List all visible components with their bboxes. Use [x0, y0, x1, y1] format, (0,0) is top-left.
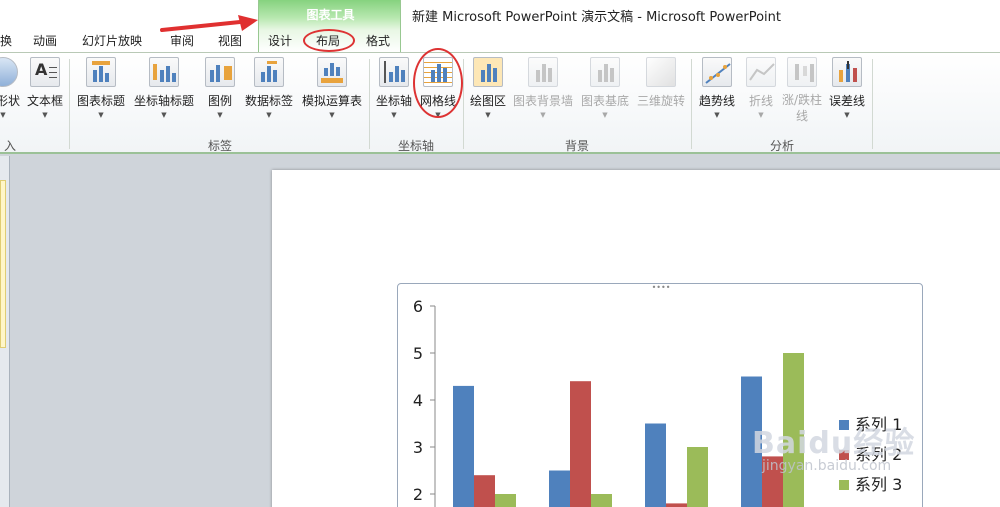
chevron-down-icon: ▼ — [98, 111, 104, 119]
chart-wall-label: 图表背景墙 — [512, 94, 573, 108]
baidu-watermark: Baidu经验 jingyan.baidu.com — [752, 418, 922, 498]
up-down-bars-icon — [787, 57, 817, 87]
group-label-insert: 入 — [3, 139, 16, 153]
group-label-axes: 坐标轴 — [397, 139, 434, 153]
3d-rotation-icon — [646, 57, 676, 87]
lines-icon — [746, 57, 776, 87]
chart-floor-label: 图表基底 — [580, 94, 629, 108]
chevron-down-icon: ▼ — [266, 111, 272, 119]
gridlines-highlight-circle — [413, 48, 463, 118]
bar-1-1 — [453, 385, 474, 507]
ribbon: 形状 ▼ A 文本框 ▼ 图表标题 ▼ 坐标轴标题 ▼ 图例 ▼ 数据标签 ▼ … — [0, 52, 1000, 154]
tab-animations[interactable]: 动画 — [33, 30, 57, 52]
window-title: 新建 Microsoft PowerPoint 演示文稿 - Microsoft… — [412, 10, 781, 25]
shapes-label: 形状 — [0, 94, 20, 108]
legend-button[interactable]: 图例 ▼ — [200, 57, 240, 119]
y-tick-label: 5 — [413, 344, 423, 363]
slides-pane[interactable] — [0, 156, 10, 507]
chevron-down-icon: ▼ — [0, 111, 6, 119]
chevron-down-icon: ▼ — [714, 111, 720, 119]
error-bars-label: 误差线 — [828, 94, 865, 108]
data-labels-button[interactable]: 数据标签 ▼ — [242, 57, 296, 119]
bar-2-3 — [666, 503, 687, 507]
3d-rotation-label: 三维旋转 — [636, 94, 685, 108]
plot-area-button[interactable]: 绘图区 ▼ — [466, 57, 510, 119]
chart-floor-icon — [590, 57, 620, 87]
chevron-down-icon: ▼ — [42, 111, 48, 119]
bar-3-2 — [591, 494, 612, 507]
lines-button[interactable]: 折线 ▼ — [742, 57, 780, 119]
bar-2-1 — [474, 475, 495, 507]
chevron-down-icon: ▼ — [844, 111, 850, 119]
title-bar: 图表工具 新建 Microsoft PowerPoint 演示文稿 - Micr… — [0, 0, 1000, 52]
group-label-background: 背景 — [564, 139, 589, 153]
chevron-down-icon: ▼ — [758, 111, 764, 119]
axis-title-icon — [149, 57, 179, 87]
textbox-label: 文本框 — [26, 94, 63, 108]
plot-area-label: 绘图区 — [469, 94, 506, 108]
lines-label: 折线 — [748, 94, 773, 108]
data-table-label: 模拟运算表 — [301, 94, 362, 108]
trendline-label: 趋势线 — [698, 94, 735, 108]
trendline-icon — [702, 57, 732, 87]
tab-design[interactable]: 设计 — [268, 30, 292, 52]
up-down-bars-label: 涨/跌柱线 — [781, 93, 823, 123]
shapes-button[interactable]: 形状 ▼ — [0, 57, 20, 119]
trendline-button[interactable]: 趋势线 ▼ — [694, 57, 740, 119]
bar-1-3 — [645, 423, 666, 507]
textbox-button[interactable]: A 文本框 ▼ — [24, 57, 66, 119]
plot-area-icon — [473, 57, 503, 87]
chevron-down-icon: ▼ — [485, 111, 491, 119]
axes-label: 坐标轴 — [375, 94, 412, 108]
tab-transitions[interactable]: 换 — [0, 30, 12, 52]
bar-1-2 — [549, 470, 570, 507]
chart-floor-button[interactable]: 图表基底 ▼ — [578, 57, 632, 119]
chart-title-label: 图表标题 — [76, 94, 125, 108]
data-table-icon — [317, 57, 347, 87]
watermark-logo: Baidu经验 — [752, 426, 916, 461]
up-down-bars-button[interactable]: 涨/跌柱线 — [780, 57, 824, 124]
layout-tab-highlight-circle — [303, 29, 355, 52]
context-group-title: 图表工具 — [306, 8, 355, 22]
y-tick-label: 4 — [413, 391, 423, 410]
y-tick-label: 6 — [413, 297, 423, 316]
3d-rotation-button[interactable]: 三维旋转 — [634, 57, 688, 109]
tab-slideshow[interactable]: 幻灯片放映 — [82, 30, 142, 52]
legend-icon — [205, 57, 235, 87]
chevron-down-icon: ▼ — [329, 111, 335, 119]
textbox-icon: A — [30, 57, 60, 87]
axes-button[interactable]: 坐标轴 ▼ — [372, 57, 416, 119]
data-table-button[interactable]: 模拟运算表 ▼ — [298, 57, 366, 119]
red-arrow-annotation — [160, 15, 258, 32]
watermark-sub: jingyan.baidu.com — [762, 458, 892, 474]
group-label-analysis: 分析 — [769, 139, 794, 153]
chevron-down-icon: ▼ — [540, 111, 546, 119]
chart-wall-button[interactable]: 图表背景墙 ▼ — [510, 57, 576, 119]
chevron-down-icon: ▼ — [602, 111, 608, 119]
chart-title-button[interactable]: 图表标题 ▼ — [73, 57, 129, 119]
group-label-labels: 标签 — [207, 139, 232, 153]
bar-2-2 — [570, 381, 591, 507]
axis-title-label: 坐标轴标题 — [133, 94, 194, 108]
data-labels-icon — [254, 57, 284, 87]
shapes-icon — [0, 57, 18, 87]
chart-wall-icon — [528, 57, 558, 87]
resize-handle-icon: •••• — [652, 284, 671, 292]
slide-thumbnail[interactable] — [0, 180, 6, 348]
axis-title-button[interactable]: 坐标轴标题 ▼ — [130, 57, 198, 119]
chart-title-icon — [86, 57, 116, 87]
error-bars-button[interactable]: 误差线 ▼ — [824, 57, 870, 119]
bar-3-1 — [495, 494, 516, 507]
legend-label: 图例 — [207, 94, 232, 108]
chevron-down-icon: ▼ — [391, 111, 397, 119]
axes-icon — [379, 57, 409, 87]
tab-format[interactable]: 格式 — [366, 30, 390, 52]
y-tick-label: 3 — [413, 438, 423, 457]
error-bars-icon — [832, 57, 862, 87]
y-tick-label: 2 — [413, 485, 423, 504]
bar-3-3 — [687, 447, 708, 507]
data-labels-label: 数据标签 — [244, 94, 293, 108]
chevron-down-icon: ▼ — [217, 111, 223, 119]
chevron-down-icon: ▼ — [161, 111, 167, 119]
